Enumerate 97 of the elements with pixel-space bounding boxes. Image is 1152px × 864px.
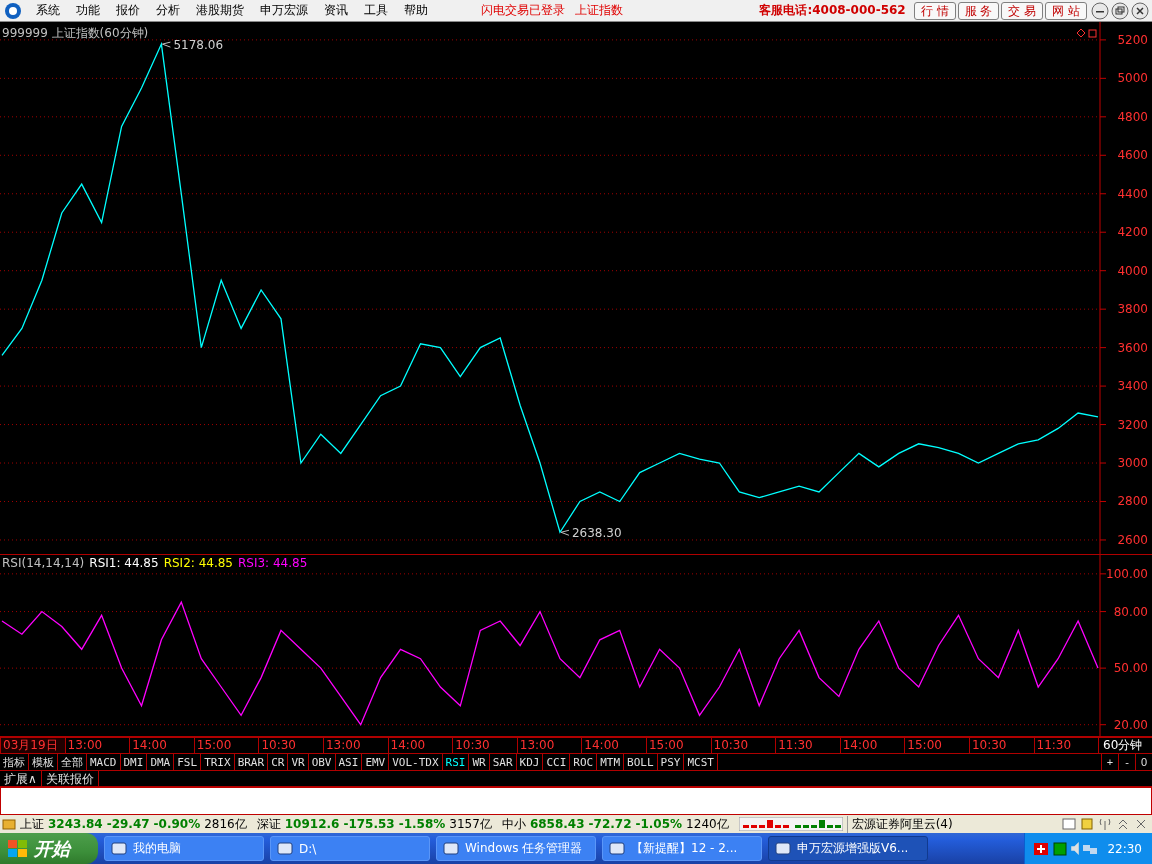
menu-item[interactable]: 系统 [28,2,68,19]
folder-icon [2,817,16,831]
app-logo-icon [4,1,22,20]
index-value: 6858.43 [529,817,585,831]
status-notice: 上证指数 [574,2,624,19]
legend-text: RSI1: 44.85 [89,556,159,570]
index-change: -175.53 [343,817,395,831]
nav-button[interactable]: 交 易 [1001,1,1044,20]
menu-item[interactable]: 工具 [356,2,396,19]
indicator-tab[interactable]: MCST [684,754,718,770]
index-percent: -1.58% [398,817,446,831]
leader-line [560,529,570,536]
axis-label: 20.00 [1113,717,1148,732]
index-volume: 2816亿 [204,815,247,833]
legend-text: RSI2: 44.85 [163,556,233,570]
taskbar-button[interactable]: 我的电脑 [104,836,264,861]
taskbar-button[interactable]: D:\ [270,836,430,861]
price-label: 5178.06 [173,38,224,53]
axis-label: 3600 [1117,340,1148,355]
indicator-tab[interactable]: TRIX [201,754,235,770]
taskbar-button[interactable]: 【新提醒】12 - 2... [602,836,762,861]
index-percent: -1.05% [635,817,683,831]
axis-label: 4800 [1117,109,1148,124]
index-change: -29.47 [106,817,150,831]
menu-item[interactable]: 帮助 [396,2,436,19]
hotline-text: 客服电话:4008-000-562 [759,2,906,19]
axis-label: 3200 [1117,417,1148,432]
axis-label: 4600 [1117,148,1148,163]
window-icon [1062,817,1076,831]
axis-label: 3400 [1117,379,1148,394]
app-icon [277,840,293,857]
index-change: -72.72 [588,817,632,831]
index-volume: 3157亿 [449,815,492,833]
indicator-tab[interactable]: ASI [335,754,363,770]
windows-logo-icon [8,839,28,858]
menu-item[interactable]: 申万宏源 [252,2,316,19]
indicator-tab[interactable]: 全部 [58,754,87,770]
taskbar-button[interactable]: 申万宏源增强版V6... [768,836,928,861]
nav-button[interactable]: 网 站 [1045,1,1087,20]
menu-item[interactable]: 功能 [68,2,108,19]
axis-label: 50.00 [1113,661,1148,676]
start-button[interactable]: 开始 [0,833,98,864]
indicator-tab[interactable]: BOLL [624,754,658,770]
axis-label: 4000 [1117,263,1148,278]
clock-text: 22:30 [1107,841,1142,856]
price-label: 2638.30 [571,526,622,541]
flag-icon [1033,840,1050,857]
time-label: 03月19日 [0,738,65,753]
menu-item[interactable]: 资讯 [316,2,356,19]
menu-item[interactable]: 港股期货 [188,2,252,19]
close-icon [1134,817,1148,831]
app-icon [111,840,127,857]
indicator-tab[interactable]: MTM [597,754,625,770]
index-name: 中小 [501,815,526,833]
index-name: 上证 [20,815,44,833]
app-icon [609,840,625,857]
corner-icons-drawing[interactable] [1076,28,1098,38]
indicator-tab[interactable]: 指标 [0,754,29,770]
axis-label: 100.00 [1106,566,1148,581]
restore-icon[interactable] [1111,1,1129,20]
axis-label: 3000 [1117,456,1148,471]
indicator-tab[interactable]: 模板 [29,754,58,770]
nav-button[interactable]: 服 务 [957,1,1000,20]
axis-label: 2600 [1117,532,1148,547]
index-volume: 1240亿 [686,815,729,833]
axis-label: 4400 [1117,186,1148,201]
indicator-tab[interactable]: MACD [87,754,121,770]
axis-label: 4200 [1117,225,1148,240]
leader-line [161,41,171,48]
taskbar-button[interactable]: Windows 任务管理器 [436,836,596,861]
index-percent: -0.90% [153,817,201,831]
status-notice: 闪电交易已登录 [480,2,566,19]
speaker-icon [1071,842,1080,855]
menu-item[interactable]: 分析 [148,2,188,19]
app-icon [443,840,459,857]
axis-label: 5000 [1117,71,1148,86]
axis-label: 5200 [1117,32,1148,47]
indicator-tab[interactable]: VR [288,754,309,770]
menu-item[interactable]: 报价 [108,2,148,19]
arrows-icon [1116,817,1130,831]
index-value: 3243.84 [48,817,103,831]
legend-text: RSI(14,14,14) [2,556,85,570]
indicator-tab[interactable]: VOL-TDX [389,754,443,770]
indicator-tab[interactable]: WR [469,754,490,770]
axis-label: 2800 [1117,494,1148,509]
app-icon [775,840,791,857]
close-icon[interactable] [1131,1,1149,20]
axis-label: 3800 [1117,302,1148,317]
chart-title: 999999 上证指数(60分钟) [2,25,149,42]
nav-button[interactable]: 行 情 [913,1,956,20]
index-value: 10912.6 [284,817,340,831]
index-name: 深证 [256,815,281,833]
axis-label: 80.00 [1113,604,1148,619]
minimize-icon[interactable] [1091,1,1109,20]
server-name: 宏源证券阿里云(4) [846,815,953,833]
antenna-icon [1098,817,1112,831]
legend-text: RSI3: 44.85 [238,556,308,570]
